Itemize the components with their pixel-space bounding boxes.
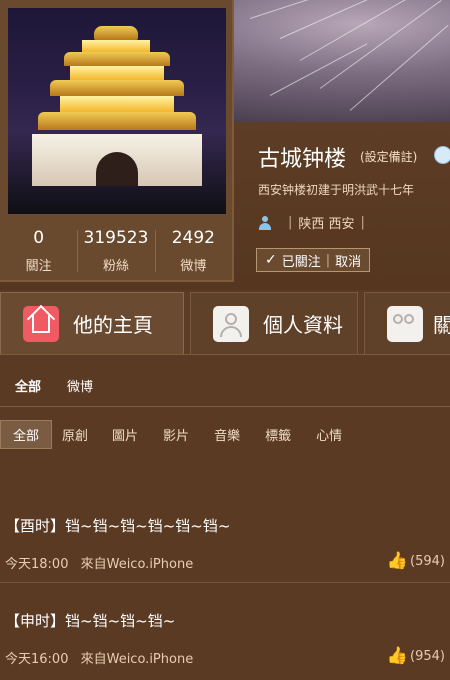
profile-icon	[213, 305, 249, 342]
profile-tabs: 他的主頁 個人資料 關	[0, 292, 450, 355]
post-source[interactable]: 來自Weico.iPhone	[81, 557, 194, 572]
like-button[interactable]: 👍 (954)	[387, 646, 445, 666]
feed-type-nav: 全部 微博	[15, 376, 93, 395]
post-meta: 今天16:00 來自Weico.iPhone	[5, 648, 193, 667]
thumb-up-icon: 👍	[386, 551, 409, 571]
separator: |	[288, 215, 293, 230]
tab-label: 他的主頁	[73, 313, 153, 337]
avatar[interactable]	[8, 8, 226, 214]
stat-value: 2492	[171, 228, 215, 248]
profile-location-row: | 陕西 西安 |	[258, 213, 371, 232]
like-count: (954)	[410, 648, 445, 664]
stat-posts[interactable]: 2492 微博	[154, 224, 232, 280]
stat-value: 0	[33, 228, 45, 248]
cancel-follow-link[interactable]: 取消	[335, 251, 361, 270]
like-count: (594)	[410, 553, 445, 569]
group-icon	[387, 305, 423, 342]
followed-label: 已關注	[281, 254, 321, 270]
feed-type-all[interactable]: 全部	[15, 376, 41, 395]
stat-value: 319523	[83, 228, 149, 248]
filter-videos[interactable]: 影片	[163, 425, 189, 444]
filter-tags[interactable]: 標籤	[265, 425, 291, 444]
thumb-up-icon: 👍	[386, 646, 409, 666]
post-text: 【申时】铛~铛~铛~铛~	[5, 612, 176, 630]
filter-images[interactable]: 圖片	[112, 425, 138, 444]
tab-label: 個人資料	[263, 313, 343, 337]
filter-music[interactable]: 音樂	[214, 425, 240, 444]
post-time[interactable]: 今天18:00	[5, 557, 68, 572]
profile-name: 古城钟楼	[258, 147, 347, 172]
separator: |	[360, 215, 365, 230]
stat-following[interactable]: 0 關注	[0, 224, 77, 280]
post-divider	[0, 582, 450, 583]
feed-post: 【申时】铛~铛~铛~铛~ 今天16:00 來自Weico.iPhone 👍 (9…	[5, 610, 445, 667]
bell-tower-image	[32, 26, 202, 186]
avatar-card: 0 關注 319523 粉絲 2492 微博	[0, 0, 234, 282]
person-icon	[258, 215, 272, 230]
feed-type-weibo[interactable]: 微博	[67, 376, 93, 395]
tab-profile-info[interactable]: 個人資料	[190, 292, 358, 354]
tab-relations[interactable]: 關	[364, 292, 450, 354]
post-source[interactable]: 來自Weico.iPhone	[81, 652, 194, 667]
verified-icon	[434, 146, 450, 164]
stat-fans[interactable]: 319523 粉絲	[77, 224, 154, 280]
profile-stats: 0 關注 319523 粉絲 2492 微博	[0, 224, 232, 280]
feed-post: 【酉时】铛~铛~铛~铛~铛~铛~ 今天18:00 來自Weico.iPhone …	[5, 515, 445, 572]
follow-status-button[interactable]: ✓ 已關注 | 取消	[256, 248, 371, 272]
post-time[interactable]: 今天16:00	[5, 652, 68, 667]
tab-home[interactable]: 他的主頁	[0, 292, 184, 354]
post-meta: 今天18:00 來自Weico.iPhone	[5, 553, 193, 572]
profile-bio: 西安钟楼初建于明洪武十七年	[258, 183, 415, 197]
stat-label: 關注	[25, 259, 52, 274]
stat-label: 粉絲	[102, 259, 129, 274]
divider	[0, 406, 450, 407]
filter-original[interactable]: 原創	[62, 425, 88, 444]
post-text: 【酉时】铛~铛~铛~铛~铛~铛~	[5, 517, 231, 535]
stat-label: 微博	[180, 259, 207, 274]
filter-mood[interactable]: 心情	[316, 425, 342, 444]
check-icon: ✓	[265, 252, 277, 268]
location-text[interactable]: 陕西 西安	[298, 213, 354, 232]
filter-nav: 全部 原創 圖片 影片 音樂 標籤 心情	[0, 420, 367, 449]
like-button[interactable]: 👍 (594)	[387, 551, 445, 571]
filter-all[interactable]: 全部	[0, 420, 53, 449]
tab-label: 關	[433, 313, 450, 337]
divider: |	[325, 252, 331, 268]
set-remark-link[interactable]: (設定備註)	[360, 148, 417, 165]
home-icon	[23, 305, 59, 342]
